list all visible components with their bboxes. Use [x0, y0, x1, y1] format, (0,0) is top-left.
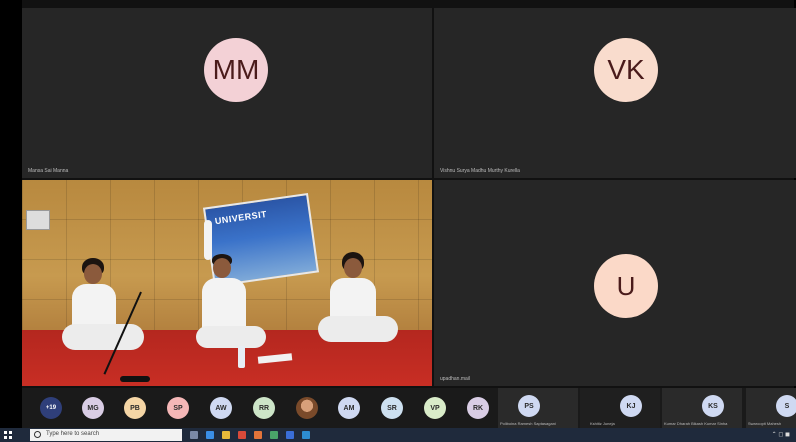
- participant-chip[interactable]: SR: [381, 397, 403, 419]
- person-center: [194, 220, 274, 370]
- person-left: [62, 258, 152, 368]
- participant-chip: PS: [518, 395, 540, 417]
- left-black-edge: [0, 0, 22, 428]
- participant-chip[interactable]: RR: [253, 397, 275, 419]
- search-placeholder: Type here to search: [46, 431, 100, 437]
- participant-name: Mansa Sai Manna: [28, 168, 69, 174]
- participant-card[interactable]: KS Kumar Dharah Bikash Kumar Sinha: [662, 388, 742, 428]
- participant-name: upadhan.mail: [440, 376, 471, 382]
- participant-card[interactable]: S Swaroopit Mahesh: [746, 388, 796, 428]
- participant-chip[interactable]: AM: [338, 397, 360, 419]
- participant-chip[interactable]: VP: [424, 397, 446, 419]
- microphone-base: [120, 376, 150, 382]
- person-right: [312, 252, 402, 362]
- avatar: U: [594, 254, 658, 318]
- wall-vent: [26, 210, 50, 230]
- app-icon[interactable]: [286, 431, 294, 439]
- participant-name: Poliboina Ramesh Saptasagani: [500, 421, 556, 426]
- meeting-window: MM Mansa Sai Manna VK Vishnu Surya Madhu…: [0, 0, 796, 442]
- windows-start-icon[interactable]: [4, 431, 12, 439]
- participant-name: Swaroopit Mahesh: [748, 421, 782, 426]
- participant-chip[interactable]: PB: [124, 397, 146, 419]
- participant-chip: KS: [702, 395, 724, 417]
- zoom-app-icon[interactable]: [302, 431, 310, 439]
- task-view-icon[interactable]: [190, 431, 198, 439]
- participant-chip[interactable]: RK: [467, 397, 489, 419]
- more-participants-chip[interactable]: +19: [40, 397, 62, 419]
- avatar: MM: [204, 38, 268, 102]
- participant-tile-vk[interactable]: VK Vishnu Surya Madhu Murthy Kurella: [434, 8, 796, 178]
- participant-chip[interactable]: SP: [167, 397, 189, 419]
- app-icon[interactable]: [238, 431, 246, 439]
- windows-taskbar: Type here to search ⌃ ◻ ◼: [0, 428, 796, 442]
- participant-strip: +19 MG PB SP AW RR AM SR VP RK PS Polibo…: [22, 388, 796, 428]
- participant-card[interactable]: KJ Kshitiz Juneja: [580, 388, 660, 428]
- participant-chip[interactable]: MG: [82, 397, 104, 419]
- water-bottle: [238, 346, 245, 368]
- participant-chip[interactable]: AW: [210, 397, 232, 419]
- app-icon[interactable]: [254, 431, 262, 439]
- participant-chip: S: [776, 395, 796, 417]
- participant-card[interactable]: PS Poliboina Ramesh Saptasagani: [498, 388, 578, 428]
- participant-chip: KJ: [620, 395, 642, 417]
- participant-video-tile[interactable]: UNIVERSIT: [22, 180, 432, 386]
- participant-name: Vishnu Surya Madhu Murthy Kurella: [440, 168, 520, 174]
- taskbar-search-input[interactable]: Type here to search: [30, 429, 182, 441]
- file-explorer-icon[interactable]: [222, 431, 230, 439]
- participant-name: Kshitiz Juneja: [590, 421, 615, 426]
- search-icon: [34, 431, 41, 438]
- participant-tile-mm[interactable]: MM Mansa Sai Manna: [22, 8, 432, 178]
- participant-tile-u[interactable]: U upadhan.mail: [434, 180, 796, 386]
- participant-name: Kumar Dharah Bikash Kumar Sinha: [664, 421, 728, 426]
- participant-photo-chip[interactable]: [296, 397, 318, 419]
- avatar: VK: [594, 38, 658, 102]
- edge-browser-icon[interactable]: [206, 431, 214, 439]
- system-tray[interactable]: ⌃ ◻ ◼: [772, 431, 790, 438]
- app-icon[interactable]: [270, 431, 278, 439]
